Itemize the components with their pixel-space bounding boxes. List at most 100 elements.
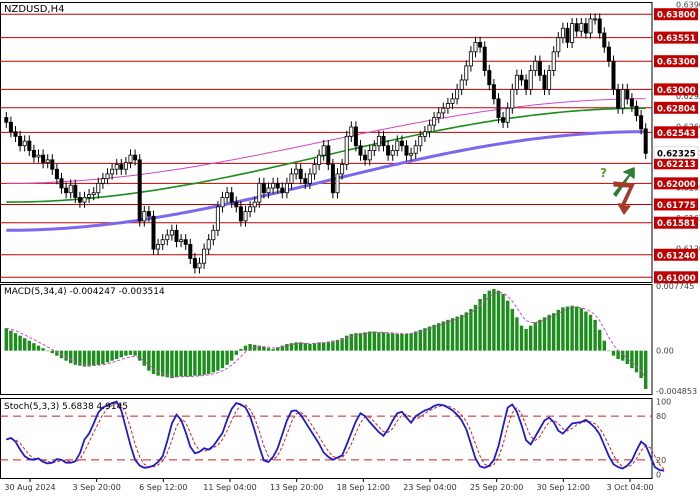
macd-bar (105, 350, 110, 363)
macd-bar (64, 350, 68, 361)
candle-body (211, 229, 216, 241)
candle-body (183, 239, 188, 245)
candle-body (317, 154, 322, 165)
macd-bar (460, 314, 464, 351)
time-tick-label: 23 Sep 04:00 (403, 483, 456, 492)
level-label: 0.63800 (657, 11, 696, 21)
macd-bar (202, 350, 206, 375)
macd-bar (18, 335, 22, 351)
level-label: 0.62543 (657, 129, 696, 139)
candle-body (229, 192, 234, 203)
chart-canvas: 0.639050.629300.626050.623250.619550.616… (0, 0, 700, 492)
macd-bar (230, 350, 234, 361)
candle-body (192, 258, 197, 269)
macd-bar (639, 350, 643, 379)
macd-bar (312, 343, 317, 351)
macd-bar (73, 350, 77, 365)
candle-body (280, 187, 285, 194)
down-arrow-icon (613, 181, 635, 215)
candle-body (579, 23, 584, 32)
candle-body (137, 159, 142, 222)
candle-body (307, 173, 312, 184)
candle-body (565, 27, 570, 43)
candle-body (560, 27, 565, 39)
macd-bar (207, 350, 211, 374)
macd-bar (303, 343, 307, 351)
macd-bar (110, 350, 114, 361)
macd-bar (506, 300, 510, 351)
candle-body (588, 18, 593, 34)
candle-body (105, 173, 110, 180)
candle-body (344, 135, 349, 165)
candle-body (427, 124, 432, 133)
candle-body (514, 74, 519, 90)
macd-bar (308, 344, 312, 351)
macd-bar (492, 289, 496, 351)
candle-body (261, 182, 266, 194)
candle-body (528, 70, 533, 90)
level-label: 0.61581 (657, 219, 696, 229)
candle-body (133, 154, 138, 161)
macd-bar (386, 333, 390, 351)
macd-bar (556, 309, 560, 351)
candle-body (464, 65, 469, 81)
macd-bar (197, 350, 202, 376)
macd-bar (381, 332, 386, 351)
candle-body (533, 60, 538, 71)
candle-body (160, 239, 165, 245)
macd-bar (101, 350, 105, 364)
candle-body (450, 98, 455, 104)
candle-body (593, 18, 598, 21)
candle-body (386, 145, 391, 156)
macd-bar (533, 322, 537, 351)
candle-body (445, 103, 450, 109)
macd-bar (395, 334, 399, 351)
candle-body (496, 98, 501, 118)
candle-body (335, 173, 340, 194)
candle-body (349, 126, 354, 137)
macd-bar (322, 342, 326, 351)
macd-bar (579, 308, 583, 351)
candle-body (165, 234, 170, 241)
macd-bar (142, 350, 146, 366)
candle-body (547, 70, 552, 90)
candle-body (639, 115, 644, 130)
time-tick-label: 3 Sep 20:00 (73, 483, 121, 492)
candle-body (629, 98, 634, 107)
candle-body (390, 150, 395, 156)
candle-body (455, 88, 460, 100)
macd-bar (174, 350, 179, 378)
candle-body (643, 128, 648, 154)
macd-bar (630, 350, 634, 369)
candle-body (491, 84, 496, 100)
candle-body (96, 182, 101, 194)
macd-bar (170, 350, 174, 379)
macd-bar (239, 349, 243, 351)
candle-body (326, 145, 331, 165)
macd-bar (391, 333, 395, 351)
price-panel: 0.639050.629300.626050.623250.619550.616… (0, 0, 700, 284)
macd-bar (216, 350, 220, 371)
macd-bar (32, 343, 36, 351)
candle-body (321, 145, 326, 156)
candle-body (634, 105, 639, 117)
candle-body (413, 145, 418, 154)
macd-bar (432, 324, 436, 351)
candle-body (238, 206, 243, 222)
macd-bar (363, 332, 367, 351)
candle-body (501, 117, 506, 123)
candle-body (68, 184, 73, 194)
candle-body (597, 18, 602, 34)
candle-body (110, 168, 115, 175)
time-tick-label: 30 Sep 12:00 (537, 483, 590, 492)
candle-body (404, 145, 409, 156)
macd-bar (211, 350, 215, 373)
candle-body (275, 182, 280, 189)
macd-tick-label: 0.00 (656, 347, 674, 356)
macd-bar (593, 319, 597, 351)
candle-body (220, 197, 225, 208)
macd-bar (437, 323, 441, 351)
candle-body (215, 206, 220, 231)
macd-panel: 0.007745 0.00 -0.004853 (0, 282, 697, 396)
time-axis: 30 Aug 2024 3 Sep 20:00 6 Sep 12:00 11 Sep … (4, 478, 654, 492)
